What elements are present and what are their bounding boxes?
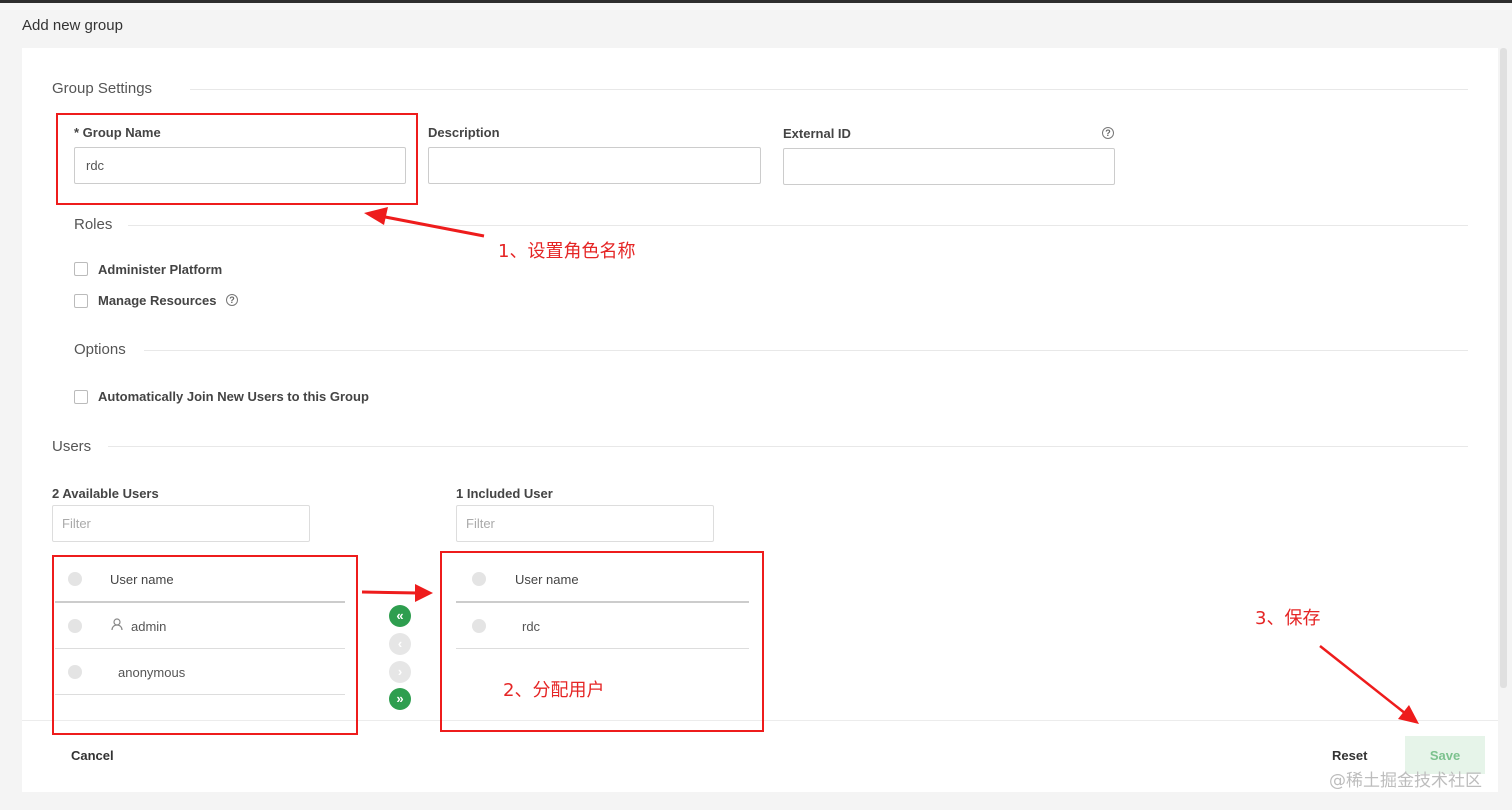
annotation-arrows [361, 207, 1419, 724]
annotation-step1: 1、设置角色名称 [498, 241, 636, 262]
annotation-step2: 2、分配用户 [503, 680, 605, 701]
watermark: @稀土掘金技术社区 [1329, 771, 1482, 791]
annotation-step3: 3、保存 [1255, 608, 1321, 629]
